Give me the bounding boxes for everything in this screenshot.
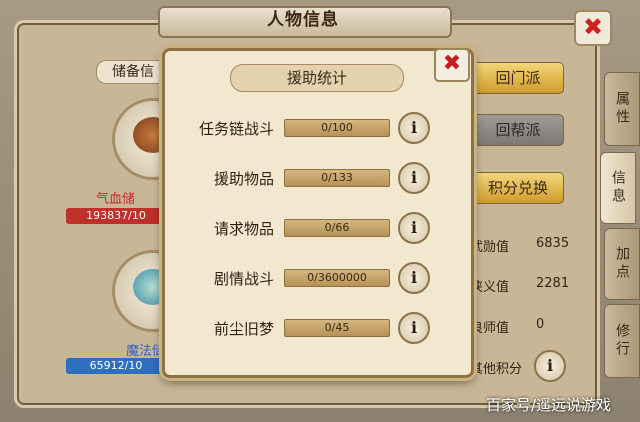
info-icon: i <box>410 218 418 237</box>
row-info-button[interactable]: i <box>398 312 430 344</box>
row-info-button[interactable]: i <box>398 212 430 244</box>
tab-add-points[interactable]: 加点 <box>604 228 640 300</box>
info-icon: i <box>410 318 418 337</box>
other-points-info-button[interactable]: i <box>534 350 566 382</box>
tab-attributes[interactable]: 属性 <box>604 72 640 146</box>
storage-label: 储备信 <box>96 60 170 84</box>
points-exchange-button[interactable]: 积分兑换 <box>472 172 564 204</box>
stat-value: 6835 <box>536 236 570 251</box>
row-label: 任务链战斗 <box>198 120 274 138</box>
watermark: 百家号/遥远说游戏 <box>486 396 612 414</box>
stat-label: 武勋值 <box>470 240 510 255</box>
hp-storage-label: 气血储 <box>96 192 136 207</box>
tab-label: 信息 <box>610 170 626 206</box>
close-window-button[interactable]: ✖ <box>574 10 612 46</box>
mp-storage-label: 魔法储 <box>126 344 166 359</box>
close-dialog-button[interactable]: ✖ <box>434 48 470 82</box>
stat-label: 其他积分 <box>470 362 523 377</box>
stat-value: 2281 <box>536 276 570 291</box>
tab-label: 属性 <box>614 91 630 127</box>
close-icon: ✖ <box>442 51 462 76</box>
stat-label: 良师值 <box>470 321 510 336</box>
info-icon: i <box>410 268 418 287</box>
tab-label: 修行 <box>614 323 630 359</box>
return-guild-button[interactable]: 回帮派 <box>472 114 564 146</box>
info-icon: i <box>410 168 418 187</box>
tab-info[interactable]: 信息 <box>600 152 636 224</box>
hp-storage-bar: 193837/10 <box>66 208 166 224</box>
dialog-title: 援助统计 <box>230 64 404 92</box>
progress-bar: 0/3600000 <box>284 269 390 287</box>
info-icon: i <box>410 118 418 137</box>
info-icon: i <box>546 356 554 375</box>
close-icon: ✖ <box>582 13 604 41</box>
row-info-button[interactable]: i <box>398 262 430 294</box>
mp-storage-bar: 65912/10 <box>66 358 166 374</box>
row-info-button[interactable]: i <box>398 162 430 194</box>
progress-bar: 0/66 <box>284 219 390 237</box>
tab-label: 加点 <box>614 246 630 282</box>
progress-bar: 0/45 <box>284 319 390 337</box>
tab-cultivation[interactable]: 修行 <box>604 304 640 378</box>
row-label: 请求物品 <box>213 220 274 238</box>
window-title: 人物信息 <box>267 10 339 30</box>
stat-value: 0 <box>536 317 545 332</box>
return-sect-button[interactable]: 回门派 <box>472 62 564 94</box>
row-label: 剧情战斗 <box>213 270 274 288</box>
row-info-button[interactable]: i <box>398 112 430 144</box>
progress-bar: 0/133 <box>284 169 390 187</box>
row-label: 前尘旧梦 <box>213 320 274 338</box>
progress-bar: 0/100 <box>284 119 390 137</box>
row-label: 援助物品 <box>213 170 274 188</box>
stat-label: 侠义值 <box>470 280 510 295</box>
